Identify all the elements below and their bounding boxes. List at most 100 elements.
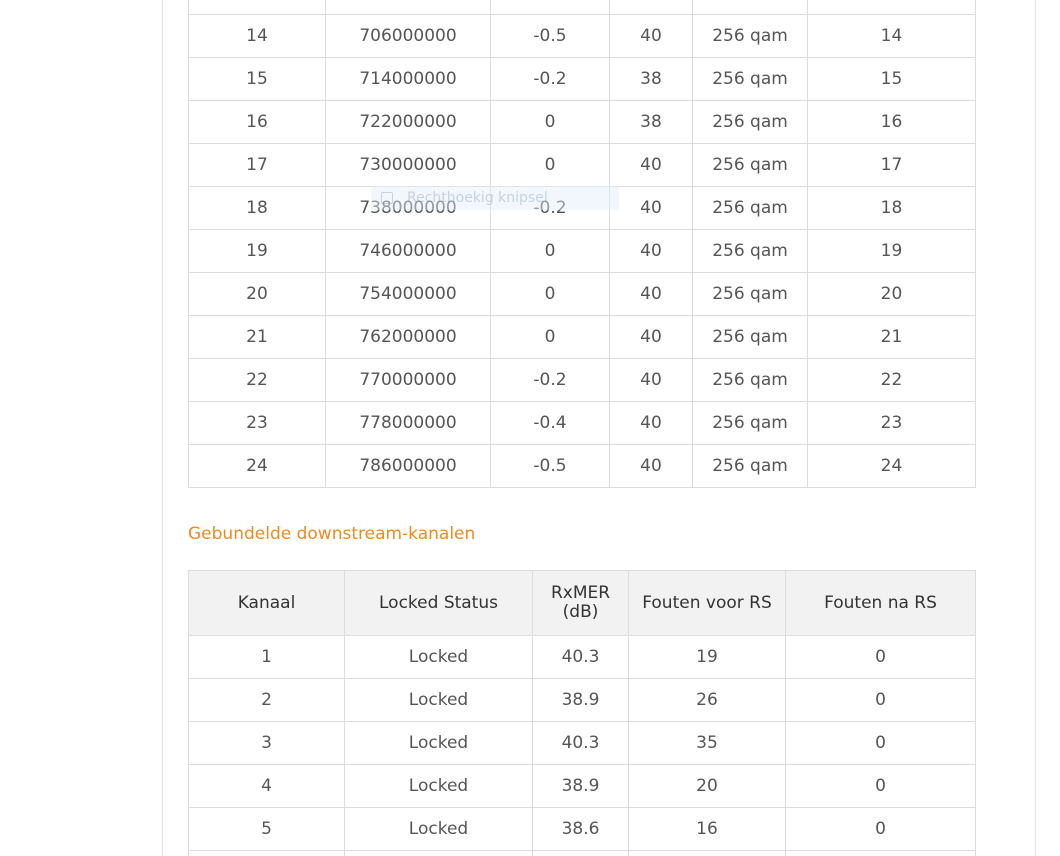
table-row: 3 Locked 40.3 35 0 (188, 721, 976, 765)
frequency-cell: 778000000 (325, 401, 491, 445)
table-row: 17 730000000 0 40 256 qam 17 (188, 143, 976, 187)
modulation-cell: 256 qam (692, 315, 808, 359)
modulation-cell: 256 qam (692, 444, 808, 488)
snr-cell: 40 (609, 186, 693, 230)
power-cell: -0.5 (490, 14, 610, 58)
channel-cell: 24 (188, 444, 326, 488)
channel-cell (188, 0, 326, 15)
frequency-cell: 762000000 (325, 315, 491, 359)
modulation-cell: 256 qam (692, 143, 808, 187)
power-cell: -0.5 (490, 444, 610, 488)
header-channel: Kanaal (188, 570, 345, 636)
snr-cell: 40 (609, 143, 693, 187)
modulation-cell: 256 qam (692, 272, 808, 316)
header-rxmer-label: RxMER (550, 583, 611, 603)
channel-cell: 22 (188, 358, 326, 402)
snr-cell: 40 (609, 272, 693, 316)
table-row: 15 714000000 -0.2 38 256 qam 15 (188, 57, 976, 101)
modulation-cell: 256 qam (692, 229, 808, 273)
channel-id-cell: 23 (807, 401, 976, 445)
power-cell: -0.2 (490, 57, 610, 101)
channel-id-cell: 18 (807, 186, 976, 230)
power-cell: -0.4 (490, 401, 610, 445)
channel-id-cell: 16 (807, 100, 976, 144)
table-row: 23 778000000 -0.4 40 256 qam 23 (188, 401, 976, 445)
channel-cell: 20 (188, 272, 326, 316)
channel-cell: 23 (188, 401, 326, 445)
channel-cell: 19 (188, 229, 326, 273)
channel-cell: 16 (188, 100, 326, 144)
rxmer-cell: 38.6 (532, 807, 629, 851)
pre-rs-errors-cell: 16 (628, 807, 786, 851)
snr-cell (609, 0, 693, 15)
post-rs-errors-cell: 0 (785, 678, 976, 722)
locked-status-cell: Locked (344, 764, 533, 808)
rxmer-cell: 40.3 (532, 721, 629, 765)
frequency-cell (325, 0, 491, 15)
modulation-cell: 256 qam (692, 100, 808, 144)
downstream-channels-table: 14 706000000 -0.5 40 256 qam 14 15 71400… (188, 0, 976, 488)
post-rs-errors-cell: 0 (785, 721, 976, 765)
channel-cell: 1 (188, 635, 345, 679)
snr-cell: 38 (609, 57, 693, 101)
snr-cell: 40 (609, 315, 693, 359)
snip-icon (381, 192, 393, 204)
frequency-cell: 714000000 (325, 57, 491, 101)
modulation-cell (692, 0, 808, 15)
table-row: 22 770000000 -0.2 40 256 qam 22 (188, 358, 976, 402)
header-pre-rs-errors: Fouten voor RS (628, 570, 786, 636)
pre-rs-errors-cell: 35 (628, 721, 786, 765)
snr-cell: 40 (609, 229, 693, 273)
modulation-cell: 256 qam (692, 14, 808, 58)
pre-rs-errors-cell (628, 850, 786, 856)
channel-id-cell: 22 (807, 358, 976, 402)
table-row: 20 754000000 0 40 256 qam 20 (188, 272, 976, 316)
snip-overlay-label: Rechthoekig knipsel (407, 190, 548, 206)
channel-cell: 21 (188, 315, 326, 359)
power-cell: 0 (490, 272, 610, 316)
snr-cell: 40 (609, 401, 693, 445)
frequency-cell: 746000000 (325, 229, 491, 273)
table-row: 1 Locked 40.3 19 0 (188, 635, 976, 679)
header-locked-status: Locked Status (344, 570, 533, 636)
channel-id-cell: 17 (807, 143, 976, 187)
modulation-cell: 256 qam (692, 401, 808, 445)
channel-cell: 17 (188, 143, 326, 187)
section-title: Gebundelde downstream-kanalen (188, 524, 476, 544)
locked-status-cell (344, 850, 533, 856)
snr-cell: 40 (609, 358, 693, 402)
channel-id-cell: 21 (807, 315, 976, 359)
modulation-cell: 256 qam (692, 358, 808, 402)
locked-status-cell: Locked (344, 721, 533, 765)
table-row: 2 Locked 38.9 26 0 (188, 678, 976, 722)
channel-id-cell: 19 (807, 229, 976, 273)
post-rs-errors-cell: 0 (785, 635, 976, 679)
power-cell: 0 (490, 143, 610, 187)
rxmer-cell: 38.9 (532, 678, 629, 722)
pre-rs-errors-cell: 26 (628, 678, 786, 722)
frequency-cell: 706000000 (325, 14, 491, 58)
power-cell (490, 0, 610, 15)
channel-cell: 15 (188, 57, 326, 101)
channel-id-cell (807, 0, 976, 15)
channel-cell (188, 850, 345, 856)
table-row: 4 Locked 38.9 20 0 (188, 764, 976, 808)
snip-overlay: Rechthoekig knipsel (371, 186, 619, 210)
frequency-cell: 754000000 (325, 272, 491, 316)
channel-cell: 14 (188, 14, 326, 58)
power-cell: 0 (490, 229, 610, 273)
table-row: 19 746000000 0 40 256 qam 19 (188, 229, 976, 273)
modulation-cell: 256 qam (692, 186, 808, 230)
header-post-rs-errors: Fouten na RS (785, 570, 976, 636)
table-header-row: Kanaal Locked Status RxMER (dB) Fouten v… (188, 570, 976, 636)
channel-id-cell: 24 (807, 444, 976, 488)
rxmer-cell (532, 850, 629, 856)
channel-id-cell: 15 (807, 57, 976, 101)
frequency-cell: 786000000 (325, 444, 491, 488)
table-row: 14 706000000 -0.5 40 256 qam 14 (188, 14, 976, 58)
power-cell: 0 (490, 315, 610, 359)
snr-cell: 40 (609, 444, 693, 488)
modulation-cell: 256 qam (692, 57, 808, 101)
table-row: 16 722000000 0 38 256 qam 16 (188, 100, 976, 144)
post-rs-errors-cell: 0 (785, 807, 976, 851)
